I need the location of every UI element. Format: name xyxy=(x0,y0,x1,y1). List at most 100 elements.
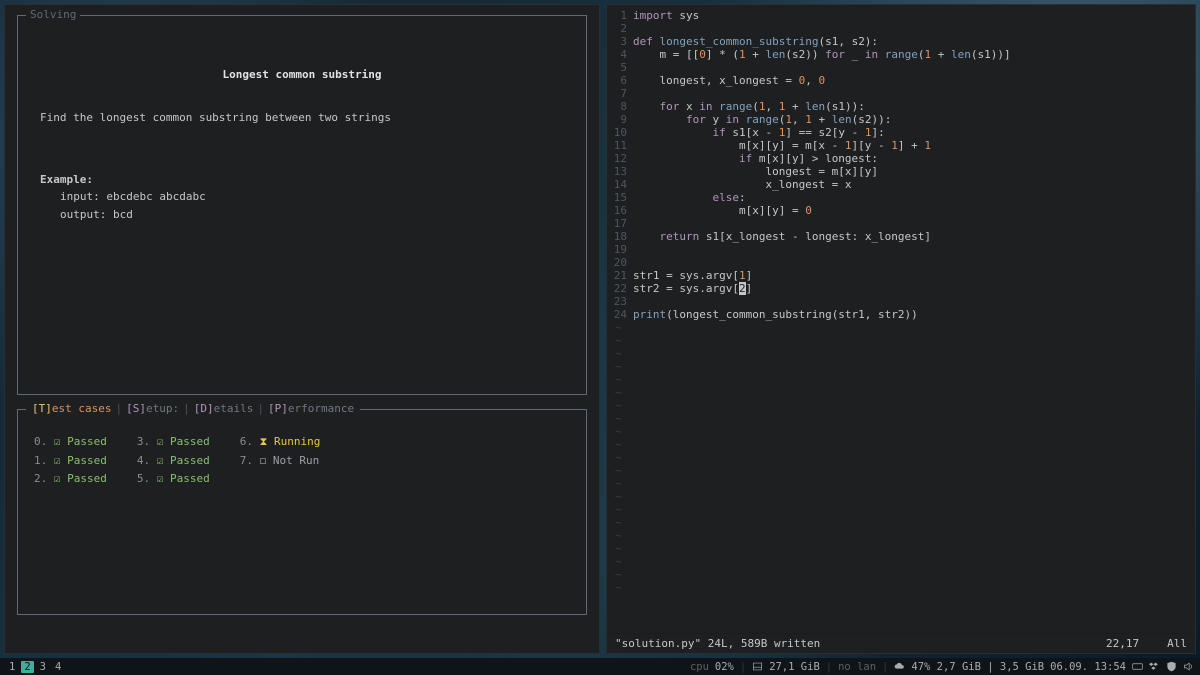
dropbox-icon[interactable] xyxy=(1149,661,1160,672)
code-line[interactable]: 10 if s1[x - 1] == s2[y - 1]: xyxy=(611,126,1189,139)
problem-pane: Solving Longest common substring Find th… xyxy=(4,4,600,654)
code-line[interactable]: 2 xyxy=(611,22,1189,35)
code-line[interactable]: 23 xyxy=(611,295,1189,308)
code-line[interactable]: 19 xyxy=(611,243,1189,256)
test-case[interactable]: 5. ☑ Passed xyxy=(137,471,210,488)
test-case[interactable]: 7. ◻ Not Run xyxy=(240,453,321,470)
workspace-2[interactable]: 2 xyxy=(21,661,33,673)
code-line[interactable]: 24print(longest_common_substring(str1, s… xyxy=(611,308,1189,321)
volume-icon[interactable] xyxy=(1183,661,1194,672)
code-text[interactable]: return s1[x_longest - longest: x_longest… xyxy=(633,230,1189,243)
line-number: 20 xyxy=(611,256,633,269)
code-line[interactable]: 4 m = [[0] * (1 + len(s2)) for _ in rang… xyxy=(611,48,1189,61)
code-text[interactable]: x_longest = x xyxy=(633,178,1189,191)
code-line[interactable]: 22str2 = sys.argv[2] xyxy=(611,282,1189,295)
code-text[interactable]: for y in range(1, 1 + len(s2)): xyxy=(633,113,1189,126)
pending-icon: ◻ xyxy=(260,454,273,467)
empty-line: ~ xyxy=(611,568,1189,581)
code-line[interactable]: 13 longest = m[x][y] xyxy=(611,165,1189,178)
code-text[interactable] xyxy=(633,295,1189,308)
code-line[interactable]: 21str1 = sys.argv[1] xyxy=(611,269,1189,282)
line-number: 6 xyxy=(611,74,633,87)
code-text[interactable]: longest = m[x][y] xyxy=(633,165,1189,178)
workspace-switcher[interactable]: 1234 xyxy=(6,661,64,673)
line-number: 8 xyxy=(611,100,633,113)
code-editor[interactable]: 1import sys23def longest_common_substrin… xyxy=(607,5,1195,633)
test-case[interactable]: 6. ⧗ Running xyxy=(240,434,321,451)
tests-column: 6. ⧗ Running 7. ◻ Not Run xyxy=(240,434,321,488)
code-line[interactable]: 15 else: xyxy=(611,191,1189,204)
tab-etails[interactable]: [D]etails xyxy=(194,402,254,415)
code-line[interactable]: 5 xyxy=(611,61,1189,74)
code-text[interactable]: for x in range(1, 1 + len(s1)): xyxy=(633,100,1189,113)
code-text[interactable]: else: xyxy=(633,191,1189,204)
code-text[interactable]: m[x][y] = m[x - 1][y - 1] + 1 xyxy=(633,139,1189,152)
tiling-workspace: Solving Longest common substring Find th… xyxy=(0,0,1200,658)
code-text[interactable] xyxy=(633,217,1189,230)
disk-value: 27,1 GiB xyxy=(769,661,820,673)
check-icon: ☑ xyxy=(157,435,170,448)
code-line[interactable]: 18 return s1[x_longest - longest: x_long… xyxy=(611,230,1189,243)
code-line[interactable]: 11 m[x][y] = m[x - 1][y - 1] + 1 xyxy=(611,139,1189,152)
empty-line: ~ xyxy=(611,516,1189,529)
code-text[interactable]: if m[x][y] > longest: xyxy=(633,152,1189,165)
test-case[interactable]: 3. ☑ Passed xyxy=(137,434,210,451)
status-bar: 1234 cpu 02% | 27,1 GiB | no lan | 47% 2… xyxy=(0,658,1200,675)
keyboard-icon[interactable] xyxy=(1132,661,1143,672)
code-line[interactable]: 20 xyxy=(611,256,1189,269)
code-text[interactable] xyxy=(633,61,1189,74)
code-line[interactable]: 12 if m[x][y] > longest: xyxy=(611,152,1189,165)
tab-etup:[interactable]: [S]etup: xyxy=(126,402,179,415)
disk-icon[interactable] xyxy=(752,661,763,672)
cloud-icon[interactable] xyxy=(894,661,905,672)
empty-line: ~ xyxy=(611,464,1189,477)
tests-grid: 0. ☑ Passed 1. ☑ Passed2. ☑ Passed 3. ☑ Pa… xyxy=(32,430,572,492)
code-text[interactable]: def longest_common_substring(s1, s2): xyxy=(633,35,1189,48)
tab-est cases[interactable]: [T]est cases xyxy=(32,402,111,415)
code-line[interactable]: 17 xyxy=(611,217,1189,230)
code-line[interactable]: 16 m[x][y] = 0 xyxy=(611,204,1189,217)
example-output: output: bcd xyxy=(60,206,564,224)
tests-box: [T]est cases | [S]etup: | [D]etails | [P… xyxy=(17,409,587,615)
code-text[interactable]: if s1[x - 1] == s2[y - 1]: xyxy=(633,126,1189,139)
code-text[interactable] xyxy=(633,22,1189,35)
test-case[interactable]: 2. ☑ Passed xyxy=(34,471,107,488)
editor-pane: 1import sys23def longest_common_substrin… xyxy=(606,4,1196,654)
net-value: 47% 2,7 GiB | 3,5 GiB xyxy=(911,661,1044,673)
line-number: 14 xyxy=(611,178,633,191)
code-text[interactable]: import sys xyxy=(633,9,1189,22)
workspace-3[interactable]: 3 xyxy=(37,661,49,673)
code-text[interactable]: m = [[0] * (1 + len(s2)) for _ in range(… xyxy=(633,48,1189,61)
tab-separator: | xyxy=(257,402,264,415)
code-line[interactable]: 14 x_longest = x xyxy=(611,178,1189,191)
code-text[interactable]: str2 = sys.argv[2] xyxy=(633,282,1189,295)
tab-erformance[interactable]: [P]erformance xyxy=(268,402,354,415)
tabs-row: [T]est cases | [S]etup: | [D]etails | [P… xyxy=(26,402,360,415)
empty-line: ~ xyxy=(611,581,1189,594)
line-number: 21 xyxy=(611,269,633,282)
code-line[interactable]: 3def longest_common_substring(s1, s2): xyxy=(611,35,1189,48)
workspace-1[interactable]: 1 xyxy=(6,661,18,673)
code-text[interactable]: m[x][y] = 0 xyxy=(633,204,1189,217)
cpu-label: cpu xyxy=(690,661,709,673)
code-text[interactable] xyxy=(633,243,1189,256)
shield-icon[interactable] xyxy=(1166,661,1177,672)
code-text[interactable] xyxy=(633,87,1189,100)
code-line[interactable]: 9 for y in range(1, 1 + len(s2)): xyxy=(611,113,1189,126)
code-line[interactable]: 8 for x in range(1, 1 + len(s1)): xyxy=(611,100,1189,113)
code-text[interactable]: str1 = sys.argv[1] xyxy=(633,269,1189,282)
test-case[interactable]: 0. ☑ Passed xyxy=(34,434,107,451)
code-text[interactable]: longest, x_longest = 0, 0 xyxy=(633,74,1189,87)
code-line[interactable]: 7 xyxy=(611,87,1189,100)
workspace-4[interactable]: 4 xyxy=(52,661,64,673)
example-header: Example: xyxy=(40,171,564,189)
test-case[interactable]: 1. ☑ Passed xyxy=(34,453,107,470)
code-line[interactable]: 1import sys xyxy=(611,9,1189,22)
code-text[interactable] xyxy=(633,256,1189,269)
code-line[interactable]: 6 longest, x_longest = 0, 0 xyxy=(611,74,1189,87)
test-case[interactable]: 4. ☑ Passed xyxy=(137,453,210,470)
vim-status-message: "solution.py" 24L, 589B written xyxy=(615,637,820,650)
check-icon: ☑ xyxy=(54,435,67,448)
line-number: 10 xyxy=(611,126,633,139)
code-text[interactable]: print(longest_common_substring(str1, str… xyxy=(633,308,1189,321)
